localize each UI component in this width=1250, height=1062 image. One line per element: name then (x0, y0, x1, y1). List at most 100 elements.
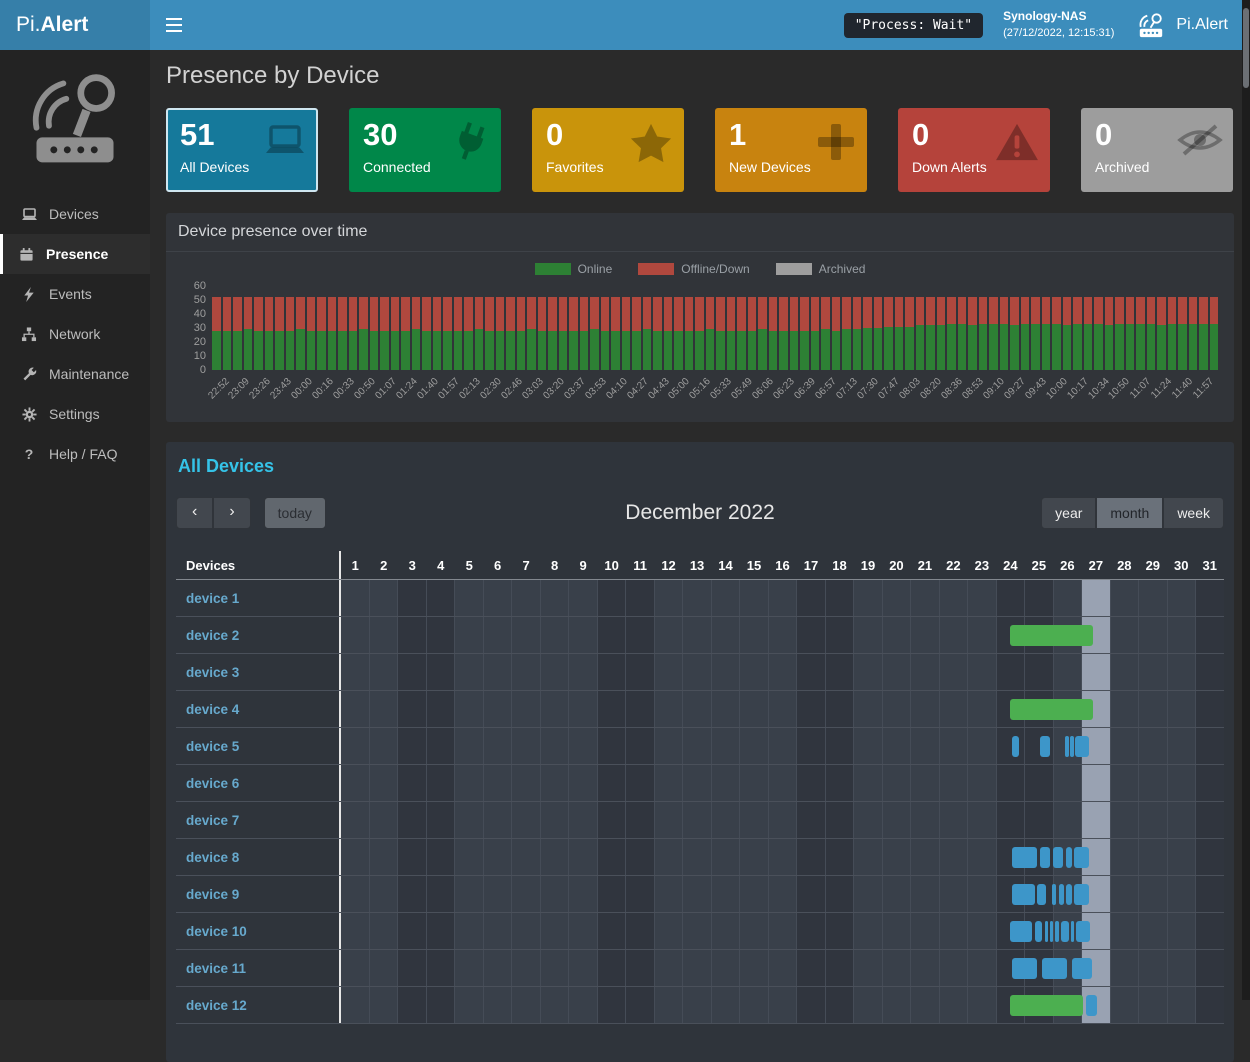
calendar-day-cell[interactable] (511, 728, 540, 764)
calendar-day-cell[interactable] (397, 876, 426, 912)
calendar-day-cell[interactable] (341, 876, 369, 912)
presence-bar[interactable] (1075, 736, 1088, 757)
calendar-day-cell[interactable] (882, 728, 911, 764)
calendar-day-cell[interactable] (910, 950, 939, 986)
calendar-day-cell[interactable] (882, 987, 911, 1023)
calendar-day-cell[interactable] (454, 987, 483, 1023)
calendar-day-cell[interactable] (825, 765, 854, 801)
calendar-day-cell[interactable] (540, 950, 569, 986)
calendar-day-cell[interactable] (796, 802, 825, 838)
calendar-day-cell[interactable] (739, 950, 768, 986)
calendar-day-cell[interactable] (967, 580, 996, 616)
calendar-day-cell[interactable] (682, 765, 711, 801)
device-link[interactable]: device 4 (176, 691, 339, 727)
calendar-day-cell[interactable] (796, 765, 825, 801)
calendar-day-cell[interactable] (454, 876, 483, 912)
calendar-day-cell[interactable] (511, 691, 540, 727)
calendar-day-cell[interactable] (454, 802, 483, 838)
calendar-day-cell[interactable] (483, 839, 512, 875)
calendar-day-cell[interactable] (967, 913, 996, 949)
presence-bar[interactable] (1059, 884, 1064, 905)
calendar-day-cell[interactable] (341, 913, 369, 949)
calendar-day-cell[interactable] (1110, 839, 1139, 875)
calendar-day-cell[interactable] (1110, 987, 1139, 1023)
calendar-day-cell[interactable] (341, 950, 369, 986)
calendar-day-cell[interactable] (1024, 802, 1053, 838)
device-link[interactable]: device 7 (176, 802, 339, 838)
calendar-day-cell[interactable] (341, 765, 369, 801)
calendar-day-cell[interactable] (426, 691, 455, 727)
calendar-day-cell[interactable] (910, 839, 939, 875)
calendar-day-cell[interactable] (1195, 765, 1224, 801)
calendar-day-cell[interactable] (682, 950, 711, 986)
calendar-day-cell[interactable] (483, 654, 512, 690)
calendar-day-cell[interactable] (1167, 617, 1196, 653)
calendar-day-cell[interactable] (825, 802, 854, 838)
calendar-day-cell[interactable] (597, 765, 626, 801)
calendar-day-cell[interactable] (454, 728, 483, 764)
calendar-day-cell[interactable] (540, 839, 569, 875)
calendar-day-cell[interactable] (654, 876, 683, 912)
calendar-day-cell[interactable] (369, 987, 398, 1023)
calendar-day-cell[interactable] (369, 802, 398, 838)
calendar-day-cell[interactable] (910, 802, 939, 838)
calendar-day-cell[interactable] (654, 913, 683, 949)
sidebar-item-help[interactable]: ? Help / FAQ (0, 434, 150, 474)
calendar-day-cell[interactable] (540, 876, 569, 912)
calendar-day-cell[interactable] (1138, 950, 1167, 986)
calendar-day-cell[interactable] (1024, 580, 1053, 616)
calendar-day-cell[interactable] (967, 839, 996, 875)
calendar-day-cell[interactable] (882, 580, 911, 616)
device-link[interactable]: device 1 (176, 580, 339, 616)
calendar-day-cell[interactable] (796, 913, 825, 949)
calendar-day-cell[interactable] (882, 617, 911, 653)
calendar-day-cell[interactable] (568, 617, 597, 653)
calendar-day-cell[interactable] (682, 802, 711, 838)
calendar-day-cell[interactable] (910, 728, 939, 764)
calendar-day-cell[interactable] (568, 950, 597, 986)
calendar-day-cell[interactable] (369, 876, 398, 912)
calendar-day-cell[interactable] (939, 913, 968, 949)
calendar-day-cell[interactable] (1053, 580, 1082, 616)
calendar-day-cell[interactable] (853, 691, 882, 727)
view-week-button[interactable]: week (1163, 497, 1224, 529)
calendar-day-cell[interactable] (511, 580, 540, 616)
calendar-day-cell[interactable] (511, 987, 540, 1023)
calendar-day-cell[interactable] (369, 691, 398, 727)
calendar-day-cell[interactable] (682, 913, 711, 949)
calendar-day-cell[interactable] (341, 839, 369, 875)
calendar-day-cell[interactable] (568, 654, 597, 690)
calendar-day-cell[interactable] (597, 839, 626, 875)
calendar-day-cell[interactable] (483, 728, 512, 764)
calendar-day-cell[interactable] (796, 950, 825, 986)
calendar-day-cell[interactable] (483, 691, 512, 727)
calendar-day-cell[interactable] (1110, 950, 1139, 986)
calendar-day-cell[interactable] (768, 617, 797, 653)
calendar-day-cell[interactable] (1138, 802, 1167, 838)
calendar-day-cell[interactable] (1081, 802, 1110, 838)
calendar-day-cell[interactable] (1110, 913, 1139, 949)
calendar-day-cell[interactable] (483, 617, 512, 653)
calendar-day-cell[interactable] (369, 913, 398, 949)
presence-bar[interactable] (1040, 847, 1050, 868)
archived-box[interactable]: 0 Archived (1081, 108, 1233, 192)
presence-bar[interactable] (1040, 736, 1050, 757)
view-month-button[interactable]: month (1096, 497, 1163, 529)
calendar-day-cell[interactable] (397, 913, 426, 949)
calendar-day-cell[interactable] (341, 987, 369, 1023)
device-link[interactable]: device 11 (176, 950, 339, 986)
calendar-day-cell[interactable] (625, 617, 654, 653)
presence-bar[interactable] (1074, 884, 1089, 905)
calendar-day-cell[interactable] (511, 839, 540, 875)
calendar-day-cell[interactable] (369, 617, 398, 653)
calendar-day-cell[interactable] (996, 765, 1025, 801)
calendar-day-cell[interactable] (1167, 765, 1196, 801)
calendar-day-cell[interactable] (1110, 765, 1139, 801)
calendar-day-cell[interactable] (654, 950, 683, 986)
calendar-day-cell[interactable] (853, 728, 882, 764)
calendar-day-cell[interactable] (397, 987, 426, 1023)
calendar-day-cell[interactable] (1138, 913, 1167, 949)
calendar-day-cell[interactable] (1195, 654, 1224, 690)
calendar-day-cell[interactable] (568, 876, 597, 912)
calendar-day-cell[interactable] (882, 913, 911, 949)
